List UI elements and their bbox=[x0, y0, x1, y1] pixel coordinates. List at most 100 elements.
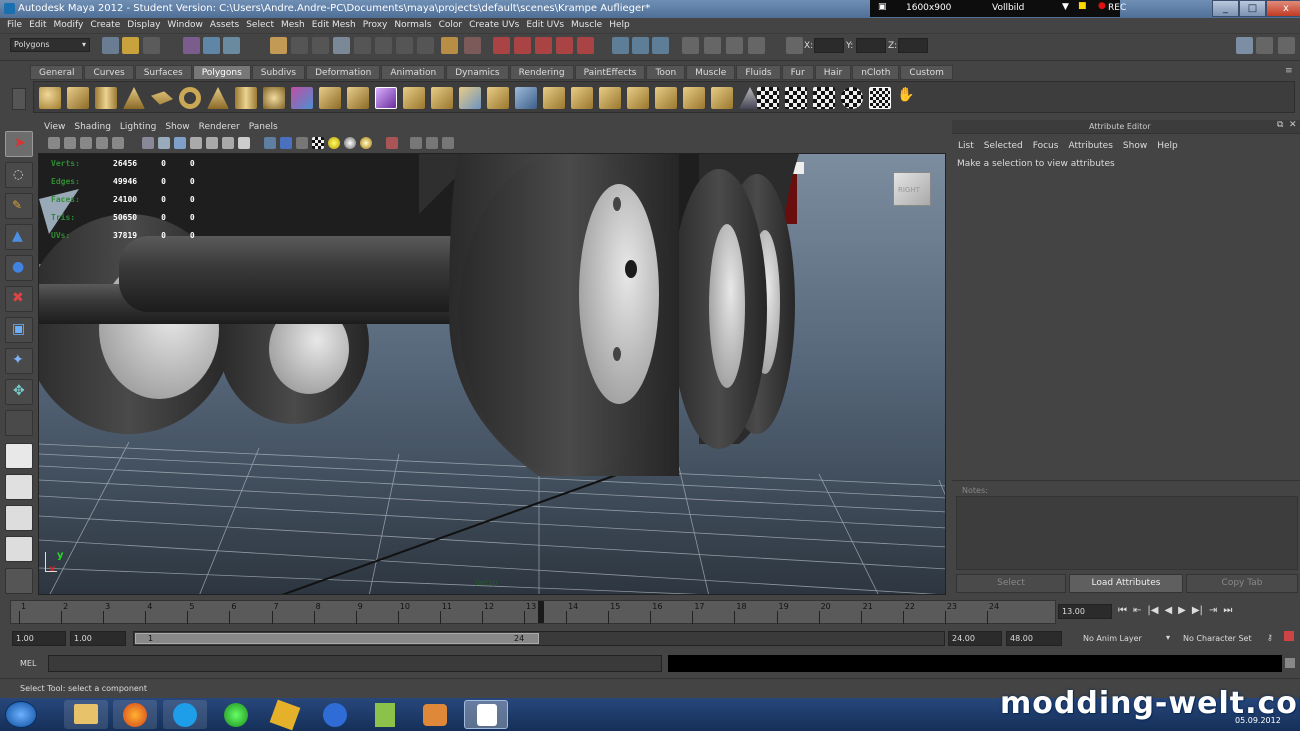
select-uvs-icon[interactable] bbox=[354, 37, 371, 54]
scale-tool-icon[interactable]: ✖ bbox=[5, 286, 33, 312]
ae-menu-show[interactable]: Show bbox=[1123, 141, 1157, 151]
chevron-down-icon[interactable]: ▾ bbox=[1166, 633, 1170, 642]
command-input[interactable] bbox=[48, 655, 662, 672]
persp-outliner-layout-icon[interactable] bbox=[5, 505, 33, 531]
camera-icon[interactable]: ■ bbox=[1078, 1, 1087, 11]
extrude-icon[interactable] bbox=[431, 87, 453, 109]
open-scene-icon[interactable] bbox=[122, 37, 139, 54]
rename-icon[interactable] bbox=[726, 37, 743, 54]
ae-menu-selected[interactable]: Selected bbox=[984, 141, 1033, 151]
menu-proxy[interactable]: Proxy bbox=[362, 18, 394, 33]
transform-z-field[interactable] bbox=[898, 38, 928, 53]
poly-cylinder-icon[interactable] bbox=[95, 87, 117, 109]
single-perspective-layout-icon[interactable] bbox=[5, 443, 33, 469]
ipr-render-icon[interactable] bbox=[556, 37, 573, 54]
taskbar-app-yellow[interactable] bbox=[263, 699, 307, 731]
shelf-tab-toon[interactable]: Toon bbox=[646, 65, 686, 80]
dropdown-arrow-icon[interactable]: ▼ bbox=[1062, 2, 1069, 12]
shelf-tab-ncloth[interactable]: nCloth bbox=[852, 65, 900, 80]
poly-cube-icon[interactable] bbox=[67, 87, 89, 109]
shelf-tab-deformation[interactable]: Deformation bbox=[306, 65, 381, 80]
select-tool-icon[interactable]: ➤ bbox=[5, 131, 33, 157]
poly-plane-icon[interactable] bbox=[151, 91, 173, 105]
taskbar-firefox[interactable] bbox=[113, 700, 157, 729]
viewport-menu-view[interactable]: View bbox=[44, 121, 74, 135]
select-by-type-icon[interactable] bbox=[270, 37, 287, 54]
menu-select[interactable]: Select bbox=[245, 18, 280, 33]
start-button[interactable] bbox=[5, 701, 37, 728]
film-gate-icon[interactable] bbox=[426, 137, 438, 149]
xray-joints-icon[interactable] bbox=[280, 137, 292, 149]
bookmark-icon[interactable] bbox=[80, 137, 92, 149]
menu-set-dropdown[interactable]: Polygons ▾ bbox=[10, 38, 90, 52]
shelf-tab-surfaces[interactable]: Surfaces bbox=[134, 65, 192, 80]
render-settings-icon[interactable] bbox=[577, 37, 594, 54]
play-backwards-icon[interactable]: ◀ bbox=[1164, 605, 1172, 616]
shelf-tab-animation[interactable]: Animation bbox=[381, 65, 446, 80]
record-dot-icon[interactable]: ● bbox=[1098, 1, 1106, 11]
shelf-tab-muscle[interactable]: Muscle bbox=[686, 65, 736, 80]
ae-menu-attributes[interactable]: Attributes bbox=[1068, 141, 1122, 151]
shelf-tab-fluids[interactable]: Fluids bbox=[736, 65, 781, 80]
step-back-frame-icon[interactable]: |◀ bbox=[1147, 605, 1158, 616]
shelf-tab-dynamics[interactable]: Dynamics bbox=[446, 65, 509, 80]
taskbar-skype[interactable] bbox=[163, 700, 207, 729]
play-forwards-icon[interactable]: ▶ bbox=[1178, 605, 1186, 616]
poly-sphere-icon[interactable] bbox=[39, 87, 61, 109]
show-channel-box-icon[interactable] bbox=[612, 37, 629, 54]
poke-face-icon[interactable] bbox=[683, 87, 705, 109]
show-tool-settings-icon[interactable] bbox=[632, 37, 649, 54]
input-output-icon[interactable] bbox=[493, 37, 510, 54]
append-polygon-icon[interactable] bbox=[487, 87, 509, 109]
view-cube[interactable]: RIGHT bbox=[893, 172, 931, 206]
ae-select-button[interactable]: Select bbox=[956, 574, 1066, 593]
texture-icon[interactable] bbox=[312, 137, 324, 149]
playback-end-field[interactable]: 24.00 bbox=[948, 631, 1002, 646]
viewport-menu-panels[interactable]: Panels bbox=[249, 121, 287, 135]
render-current-frame-icon[interactable] bbox=[535, 37, 552, 54]
close-button[interactable]: x bbox=[1266, 0, 1300, 17]
taskbar-app-blue[interactable] bbox=[313, 700, 357, 729]
planar-mapping-icon[interactable] bbox=[757, 87, 779, 109]
close-panel-icon[interactable]: ✕ bbox=[1289, 120, 1297, 130]
poly-cone-icon[interactable] bbox=[123, 87, 145, 109]
save-scene-icon[interactable] bbox=[143, 37, 160, 54]
isolate-select-icon[interactable] bbox=[386, 137, 398, 149]
time-slider[interactable]: 1 2 3 4 5 6 7 8 9 10 11 12 13 14 15 16 17 18 19 20 21 22 23 24 bbox=[10, 600, 1056, 624]
ae-menu-focus[interactable]: Focus bbox=[1033, 141, 1069, 151]
paint-select-tool-icon[interactable]: ✎ bbox=[5, 193, 33, 219]
layout-channel-box-icon[interactable] bbox=[1278, 37, 1295, 54]
anim-layer-dropdown[interactable]: No Anim Layer bbox=[1083, 634, 1142, 643]
minimize-button[interactable]: _ bbox=[1212, 0, 1239, 17]
shelf-tab-rendering[interactable]: Rendering bbox=[509, 65, 574, 80]
step-forward-key-icon[interactable]: ⇥ bbox=[1209, 605, 1217, 616]
taskbar-app-tools[interactable] bbox=[413, 700, 457, 729]
shelf-menu-icon[interactable] bbox=[12, 88, 26, 110]
uv-texture-editor-icon[interactable] bbox=[869, 87, 891, 109]
maximize-button[interactable]: □ bbox=[1239, 0, 1266, 17]
shelf-tab-polygons[interactable]: Polygons bbox=[192, 65, 251, 80]
select-points-icon[interactable] bbox=[291, 37, 308, 54]
resolution-gate-icon[interactable] bbox=[410, 137, 422, 149]
ae-menu-list[interactable]: List bbox=[958, 141, 984, 151]
snap-grid-icon[interactable] bbox=[375, 37, 392, 54]
transform-field-icon[interactable] bbox=[786, 37, 803, 54]
select-hierarchy-icon[interactable] bbox=[183, 37, 200, 54]
smooth-shade-icon[interactable] bbox=[158, 137, 170, 149]
menu-modify[interactable]: Modify bbox=[53, 18, 90, 33]
menu-create-uvs[interactable]: Create UVs bbox=[468, 18, 525, 33]
viewport-menu-renderer[interactable]: Renderer bbox=[199, 121, 249, 135]
wireframe-on-shaded-icon[interactable] bbox=[174, 137, 186, 149]
default-lighting-icon[interactable] bbox=[328, 137, 340, 149]
script-editor-icon[interactable] bbox=[1285, 658, 1295, 668]
poly-pipe-icon[interactable] bbox=[235, 87, 257, 109]
poly-torus-icon[interactable] bbox=[179, 87, 201, 109]
cylindrical-mapping-icon[interactable] bbox=[785, 87, 807, 109]
lights-icon[interactable] bbox=[360, 137, 372, 149]
character-set-dropdown[interactable]: No Character Set bbox=[1183, 634, 1252, 643]
range-slider-track[interactable]: 1 24 bbox=[133, 631, 945, 646]
poly-soccer-ball-icon[interactable] bbox=[263, 87, 285, 109]
shelf-custom-tool-icon[interactable]: ✋ bbox=[895, 87, 917, 109]
menu-create[interactable]: Create bbox=[89, 18, 126, 33]
absolute-transform-icon[interactable] bbox=[682, 37, 699, 54]
